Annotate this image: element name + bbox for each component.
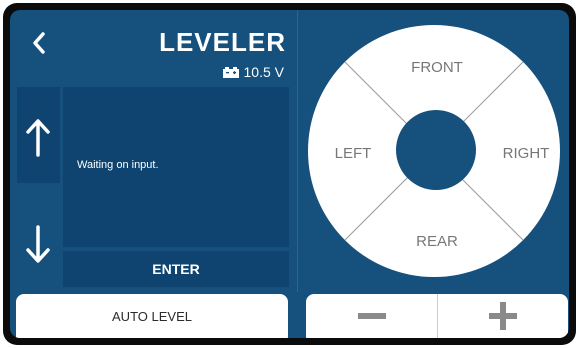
vertical-divider: [297, 10, 298, 292]
arrow-up-icon: [26, 119, 50, 157]
leveler-screen: LEVELER 10.5 V Waiting on input. ENTER A…: [10, 10, 569, 338]
auto-level-label: AUTO LEVEL: [112, 308, 192, 324]
up-button[interactable]: [17, 87, 60, 183]
status-text: Waiting on input.: [77, 159, 159, 171]
voltage-value: 10.5 V: [243, 64, 284, 80]
enter-button[interactable]: ENTER: [63, 251, 289, 287]
battery-icon: [222, 66, 239, 78]
adjust-controls: [306, 294, 568, 338]
plus-button[interactable]: [438, 294, 568, 338]
status-display: Waiting on input.: [63, 87, 289, 247]
left-label: LEFT: [335, 145, 372, 162]
center-level-button[interactable]: [396, 110, 476, 190]
arrow-column: [17, 87, 60, 287]
minus-button[interactable]: [306, 294, 437, 338]
front-label: FRONT: [411, 59, 463, 76]
down-button[interactable]: [17, 191, 60, 287]
chevron-left-icon: [33, 32, 45, 54]
device-frame: LEVELER 10.5 V Waiting on input. ENTER A…: [3, 3, 576, 345]
rear-label: REAR: [416, 233, 458, 250]
plus-icon: [489, 302, 517, 330]
back-button[interactable]: [24, 26, 58, 60]
direction-pad: FRONT LEFT RIGHT REAR: [308, 25, 560, 277]
minus-icon: [357, 313, 386, 319]
auto-level-button[interactable]: AUTO LEVEL: [16, 294, 288, 338]
arrow-down-icon: [26, 225, 50, 263]
page-title: LEVELER: [159, 27, 286, 57]
right-label: RIGHT: [503, 145, 550, 162]
input-panel: Waiting on input. ENTER: [17, 87, 289, 287]
voltage-indicator: 10.5 V: [222, 64, 284, 80]
